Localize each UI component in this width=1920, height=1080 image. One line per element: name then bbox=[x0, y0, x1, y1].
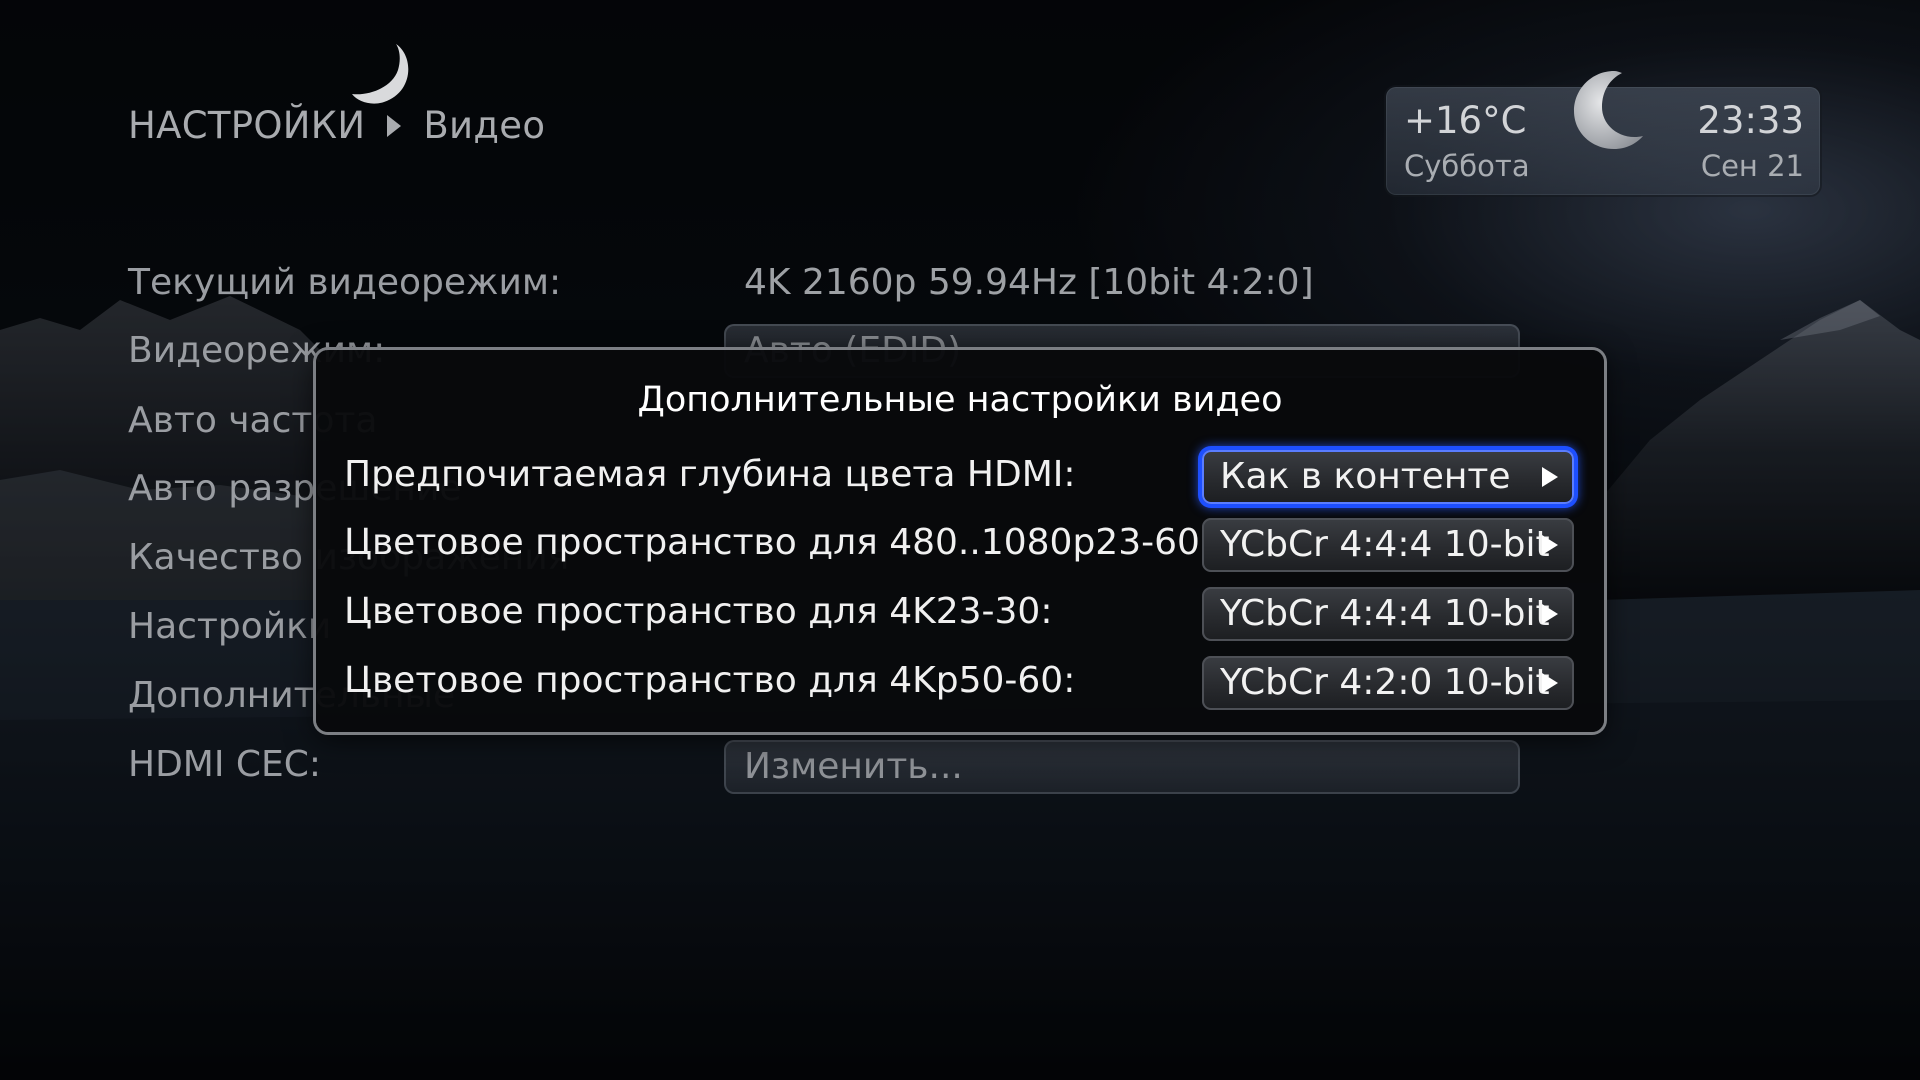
select-value: YCbCr 4:4:4 10-bit bbox=[1220, 524, 1550, 565]
weather-widget: +16°C 23:33 Суббота Сен 21 bbox=[1386, 71, 1820, 195]
colorspace-4k50-60-select[interactable]: YCbCr 4:2:0 10-bit bbox=[1202, 656, 1574, 710]
dialog-title: Дополнительные настройки видео bbox=[637, 380, 1283, 420]
colorspace-1080p-select[interactable]: YCbCr 4:4:4 10-bit bbox=[1202, 518, 1574, 572]
moon-icon bbox=[1574, 71, 1643, 149]
dialog-row-label: Предпочитаемая глубина цвета HDMI: bbox=[344, 454, 1076, 495]
arrow-right-icon bbox=[1542, 535, 1558, 555]
setting-label-current-mode: Текущий видеорежим: bbox=[128, 262, 562, 303]
setting-label-settings[interactable]: Настройки bbox=[128, 606, 331, 647]
select-value: YCbCr 4:2:0 10-bit bbox=[1220, 662, 1550, 703]
select-value: Как в контенте bbox=[1220, 456, 1511, 497]
dialog-row-label: Цветовое пространство для 4K23-30: bbox=[344, 591, 1053, 632]
breadcrumb-section: НАСТРОЙКИ bbox=[128, 104, 366, 147]
hdmi-color-depth-select[interactable]: Как в контенте bbox=[1202, 450, 1574, 504]
date: Сен 21 bbox=[1700, 149, 1804, 183]
advanced-video-settings-dialog: Дополнительные настройки видео Предпочит… bbox=[316, 350, 1604, 732]
weather-temperature: +16°C bbox=[1404, 99, 1527, 142]
arrow-right-icon bbox=[1542, 467, 1558, 487]
hdmi-cec-change-button[interactable]: Изменить... bbox=[724, 740, 1520, 794]
clock-time: 23:33 bbox=[1697, 99, 1804, 142]
screen: НАСТРОЙКИ Видео +16°C 23:33 Суббота Сен … bbox=[0, 0, 1920, 1080]
page-title: Видео bbox=[423, 104, 546, 147]
dialog-row-label: Цветовое пространство для 480..1080p23-6… bbox=[344, 522, 1213, 563]
crescent-moon-icon bbox=[352, 44, 409, 104]
arrow-right-icon bbox=[1542, 604, 1558, 624]
select-value: YCbCr 4:4:4 10-bit bbox=[1220, 593, 1550, 634]
arrow-right-icon bbox=[1542, 673, 1558, 693]
weekday: Суббота bbox=[1404, 149, 1530, 183]
setting-label-hdmi-cec: HDMI CEC: bbox=[128, 744, 322, 785]
breadcrumb-separator-icon bbox=[387, 114, 402, 137]
colorspace-4k23-30-select[interactable]: YCbCr 4:4:4 10-bit bbox=[1202, 587, 1574, 641]
setting-value-current-mode: 4K 2160p 59.94Hz [10bit 4:2:0] bbox=[744, 262, 1314, 303]
breadcrumb: НАСТРОЙКИ Видео bbox=[128, 104, 545, 147]
dialog-row-label: Цветовое пространство для 4Kp50-60: bbox=[344, 660, 1076, 701]
